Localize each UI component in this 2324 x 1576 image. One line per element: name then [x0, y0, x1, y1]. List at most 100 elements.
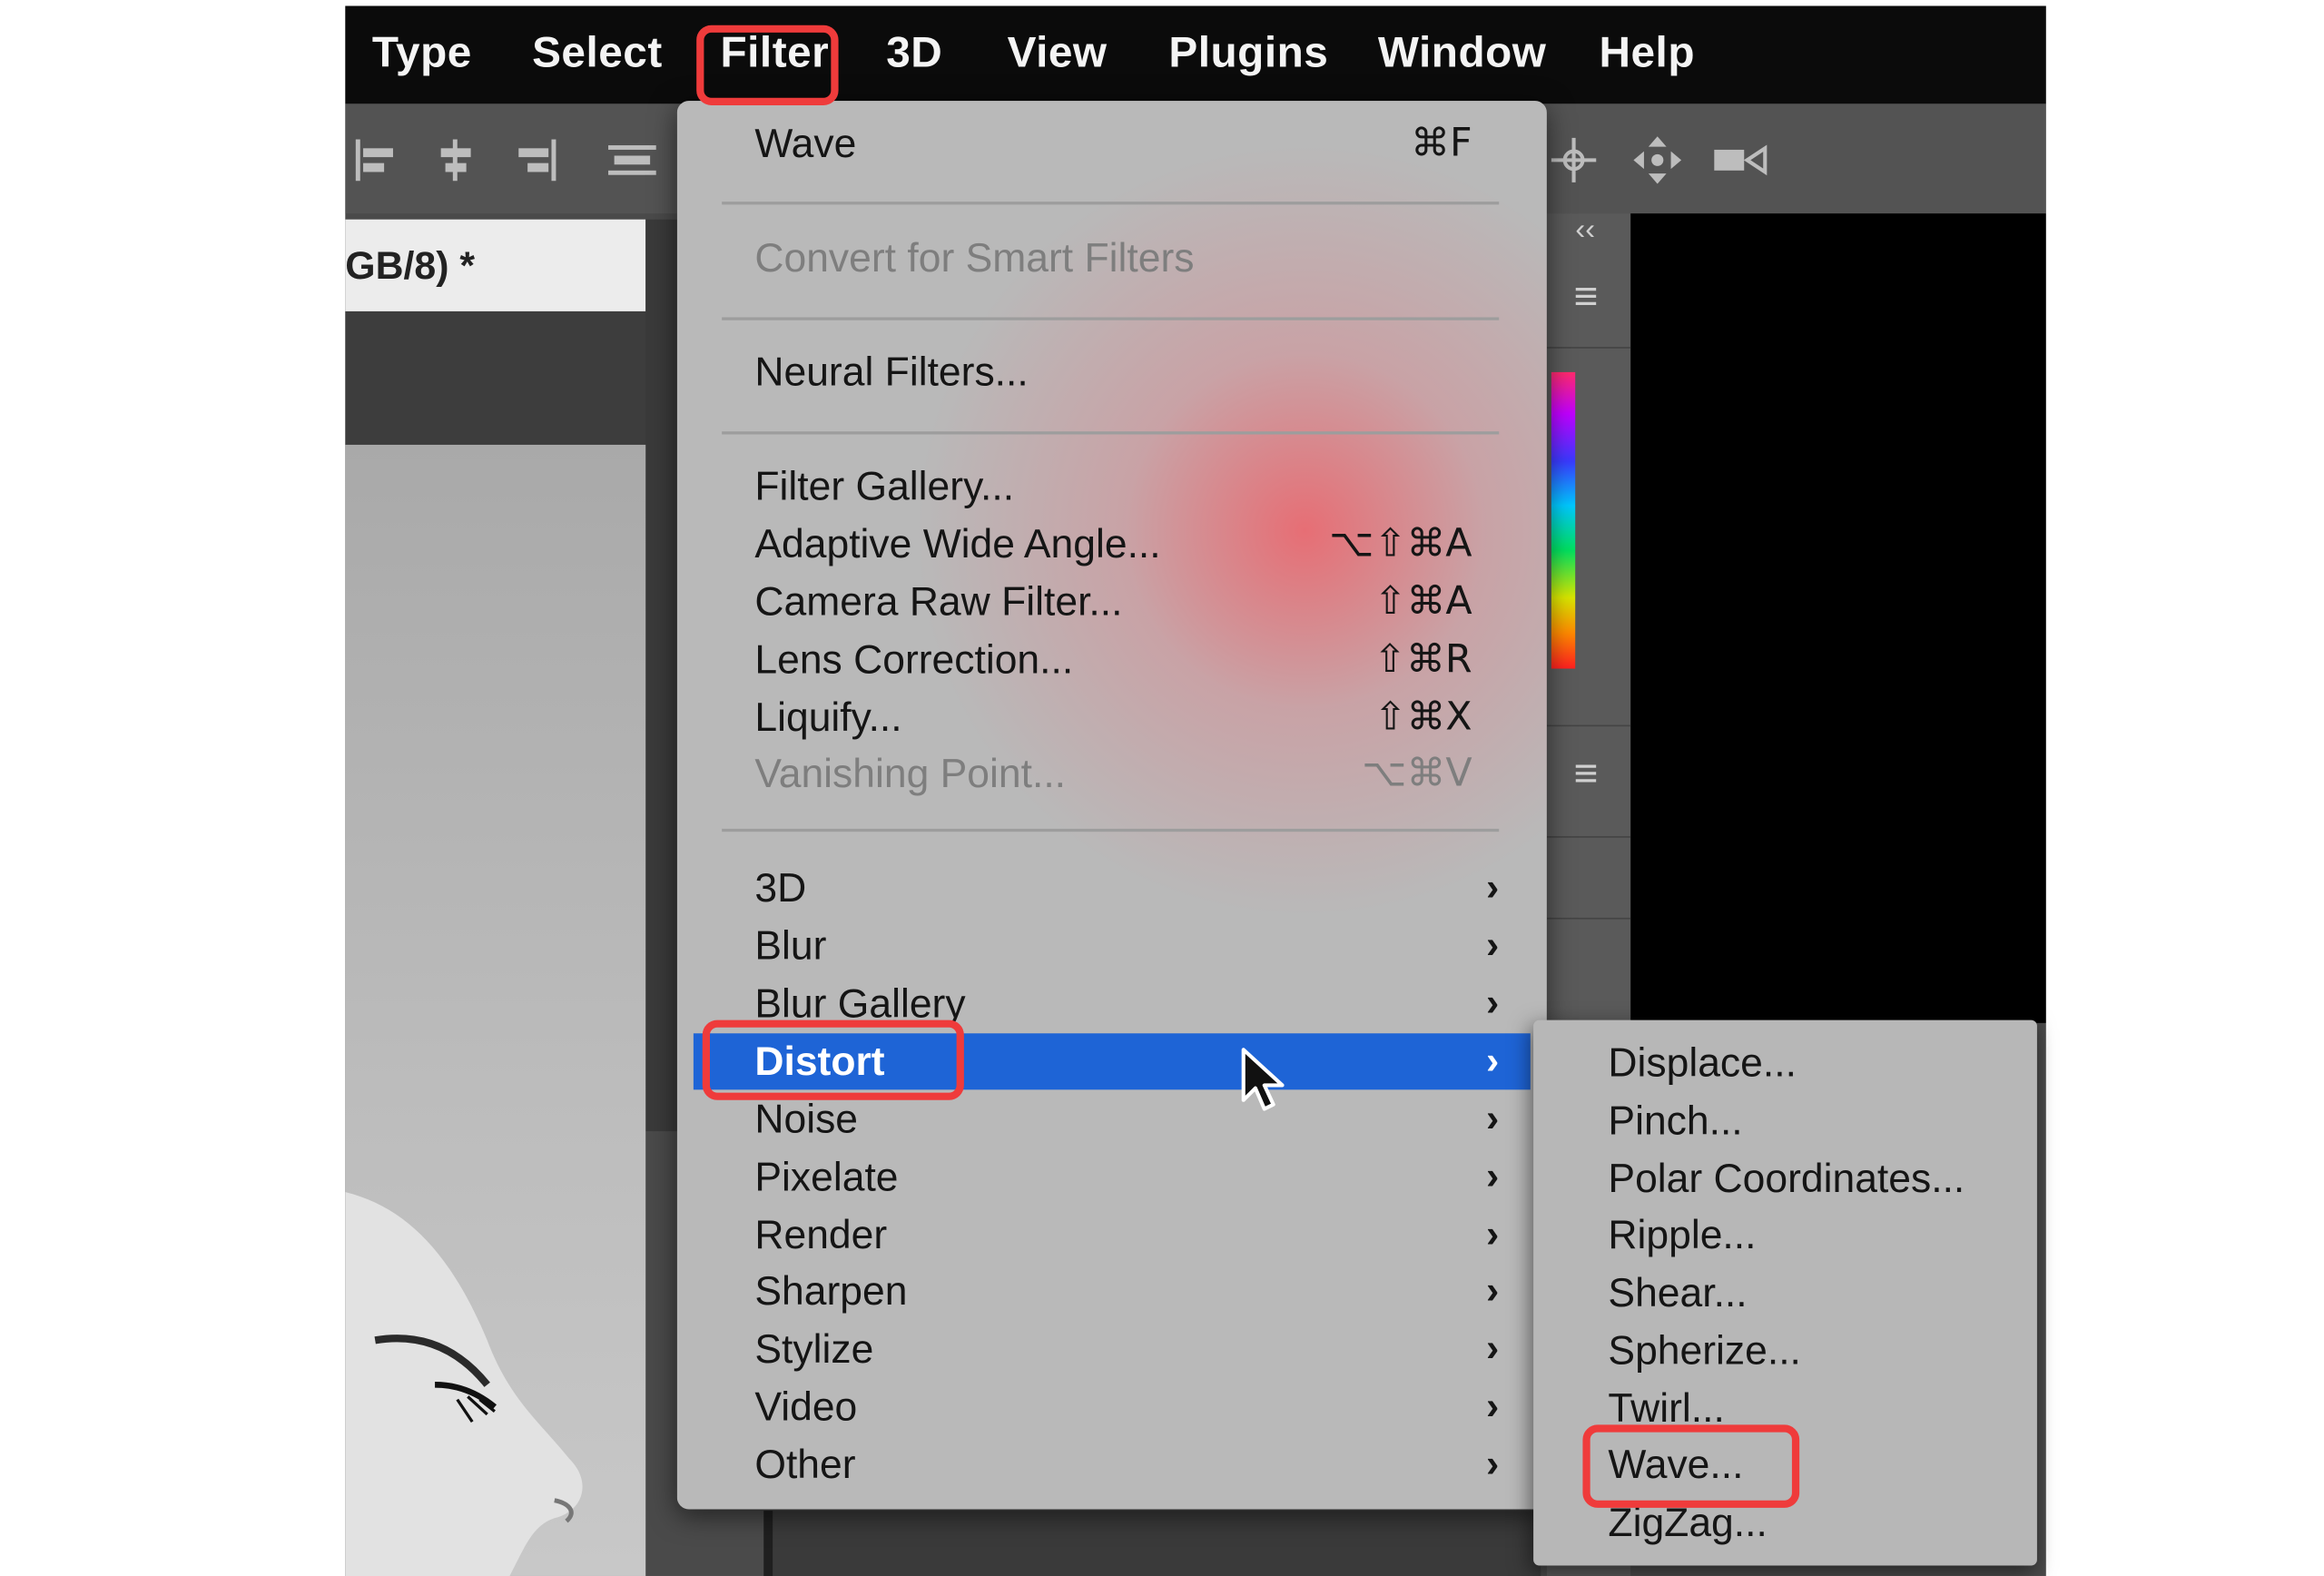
- submenu-other-label: Other: [754, 1443, 855, 1489]
- distort-item-spherize[interactable]: Spherize...: [1533, 1324, 2037, 1380]
- align-right-icon[interactable]: [513, 136, 561, 183]
- menu-view[interactable]: View: [1008, 30, 1108, 79]
- menu-item-camera-raw-filter[interactable]: Camera Raw Filter... ⇧⌘A: [677, 574, 1547, 630]
- menu-item-filter-gallery[interactable]: Filter Gallery...: [677, 458, 1547, 515]
- chevron-right-icon: ›: [1486, 864, 1499, 911]
- menu-window[interactable]: Window: [1378, 30, 1547, 79]
- 3d-slide-icon[interactable]: [1630, 133, 1684, 187]
- submenu-pixelate[interactable]: Pixelate ›: [677, 1149, 1547, 1206]
- filter-gallery-label: Filter Gallery...: [754, 464, 1014, 510]
- submenu-render-label: Render: [754, 1213, 887, 1259]
- distort-item-displace[interactable]: Displace...: [1533, 1037, 2037, 1093]
- shear-label: Shear...: [1608, 1271, 1747, 1317]
- displace-label: Displace...: [1608, 1040, 1797, 1087]
- adaptive-wide-angle-shortcut: ⌥⇧⌘A: [1329, 522, 1472, 566]
- polar-coordinates-label: Polar Coordinates...: [1608, 1157, 1965, 1203]
- right-dark-panel: [1630, 213, 2046, 1023]
- menu-help[interactable]: Help: [1600, 30, 1695, 79]
- canvas-edge: [645, 220, 678, 1131]
- vanishing-point-shortcut: ⌥⌘V: [1362, 752, 1472, 796]
- submenu-sharpen[interactable]: Sharpen ›: [677, 1263, 1547, 1319]
- chevron-right-icon: ›: [1486, 922, 1499, 969]
- menu-item-last-filter[interactable]: Wave ⌘F: [677, 115, 1547, 172]
- submenu-3d-label: 3D: [754, 866, 806, 912]
- menu-item-adaptive-wide-angle[interactable]: Adaptive Wide Angle... ⌥⇧⌘A: [677, 516, 1547, 572]
- menu-separator: [722, 202, 1499, 204]
- liquify-label: Liquify...: [754, 695, 901, 742]
- distort-callout-box: [703, 1020, 964, 1100]
- chevron-right-icon: ›: [1486, 1154, 1499, 1200]
- distort-item-shear[interactable]: Shear...: [1533, 1266, 2037, 1323]
- panel-menu-icon[interactable]: ≡: [1574, 272, 1599, 320]
- document-tab[interactable]: GB/8) *: [345, 220, 645, 311]
- screenshot-stage: Type Select Filter 3D View Plugins Windo…: [0, 0, 2324, 1576]
- chevron-right-icon: ›: [1486, 980, 1499, 1026]
- submenu-stylize[interactable]: Stylize ›: [677, 1321, 1547, 1377]
- lens-correction-shortcut: ⇧⌘R: [1374, 637, 1472, 682]
- spherize-label: Spherize...: [1608, 1328, 1801, 1374]
- document-tab-title: GB/8) *: [345, 243, 475, 288]
- menu-select[interactable]: Select: [532, 30, 663, 79]
- submenu-other[interactable]: Other ›: [677, 1436, 1547, 1492]
- chevron-right-icon: ›: [1486, 1325, 1499, 1372]
- panel-menu-icon-2[interactable]: ≡: [1574, 750, 1599, 797]
- menu-bar: Type Select Filter 3D View Plugins Windo…: [345, 6, 2045, 104]
- submenu-sharpen-label: Sharpen: [754, 1269, 907, 1315]
- camera-raw-label: Camera Raw Filter...: [754, 580, 1122, 626]
- distribute-icon[interactable]: [606, 136, 659, 183]
- menu-plugins[interactable]: Plugins: [1168, 30, 1328, 79]
- submenu-3d[interactable]: 3D ›: [677, 860, 1547, 916]
- ripple-label: Ripple...: [1608, 1213, 1756, 1259]
- submenu-blur-label: Blur: [754, 923, 826, 970]
- submenu-stylize-label: Stylize: [754, 1327, 873, 1374]
- chevron-right-icon: ›: [1486, 1211, 1499, 1257]
- distort-item-ripple[interactable]: Ripple...: [1533, 1208, 2037, 1265]
- filter-callout-box: [696, 25, 838, 105]
- liquify-shortcut: ⇧⌘X: [1374, 695, 1472, 740]
- bottom-panel: [763, 1511, 1541, 1576]
- submenu-pixelate-label: Pixelate: [754, 1155, 898, 1201]
- neural-filters-label: Neural Filters...: [754, 350, 1028, 396]
- filter-menu: Wave ⌘F Convert for Smart Filters Neural…: [677, 101, 1547, 1509]
- menu-item-vanishing-point: Vanishing Point... ⌥⌘V: [677, 745, 1547, 802]
- submenu-render[interactable]: Render ›: [677, 1207, 1547, 1263]
- camera-raw-shortcut: ⇧⌘A: [1374, 580, 1472, 625]
- last-filter-shortcut: ⌘F: [1411, 122, 1472, 166]
- convert-smart-label: Convert for Smart Filters: [754, 236, 1194, 282]
- distort-item-pinch[interactable]: Pinch...: [1533, 1094, 2037, 1150]
- collapse-panels-icon[interactable]: ‹‹: [1575, 213, 1595, 248]
- last-filter-label: Wave: [754, 122, 856, 168]
- submenu-video[interactable]: Video ›: [677, 1379, 1547, 1435]
- submenu-noise-label: Noise: [754, 1097, 858, 1143]
- menu-type[interactable]: Type: [372, 30, 472, 79]
- pinch-label: Pinch...: [1608, 1098, 1742, 1145]
- portrait-image: [345, 1162, 645, 1576]
- menu-item-convert-smart-filters: Convert for Smart Filters: [677, 230, 1547, 286]
- menu-separator: [722, 317, 1499, 320]
- vanishing-point-label: Vanishing Point...: [754, 752, 1066, 798]
- adaptive-wide-angle-label: Adaptive Wide Angle...: [754, 522, 1160, 568]
- 3d-camera-icon[interactable]: [1711, 136, 1774, 183]
- menu-separator: [722, 829, 1499, 832]
- menu-item-lens-correction[interactable]: Lens Correction... ⇧⌘R: [677, 632, 1547, 688]
- submenu-video-label: Video: [754, 1384, 857, 1431]
- mouse-cursor-icon: [1240, 1047, 1288, 1115]
- 3d-pan-icon[interactable]: [1547, 133, 1600, 187]
- distort-item-polar-coordinates[interactable]: Polar Coordinates...: [1533, 1152, 2037, 1208]
- menu-item-neural-filters[interactable]: Neural Filters...: [677, 344, 1547, 400]
- chevron-right-icon: ›: [1486, 1384, 1499, 1430]
- submenu-blur[interactable]: Blur ›: [677, 918, 1547, 974]
- menu-item-liquify[interactable]: Liquify... ⇧⌘X: [677, 689, 1547, 745]
- chevron-right-icon: ›: [1486, 1096, 1499, 1142]
- canvas-top-area: [345, 311, 645, 445]
- bottom-divider: [763, 1511, 773, 1576]
- chevron-right-icon: ›: [1486, 1267, 1499, 1314]
- align-center-icon[interactable]: [432, 136, 480, 183]
- color-spectrum[interactable]: [1551, 372, 1575, 669]
- menu-separator: [722, 431, 1499, 434]
- wave-callout-box: [1582, 1424, 1799, 1507]
- menu-3d[interactable]: 3D: [886, 30, 942, 79]
- chevron-right-icon: ›: [1486, 1441, 1499, 1487]
- align-left-icon[interactable]: [351, 136, 399, 183]
- lens-correction-label: Lens Correction...: [754, 637, 1073, 684]
